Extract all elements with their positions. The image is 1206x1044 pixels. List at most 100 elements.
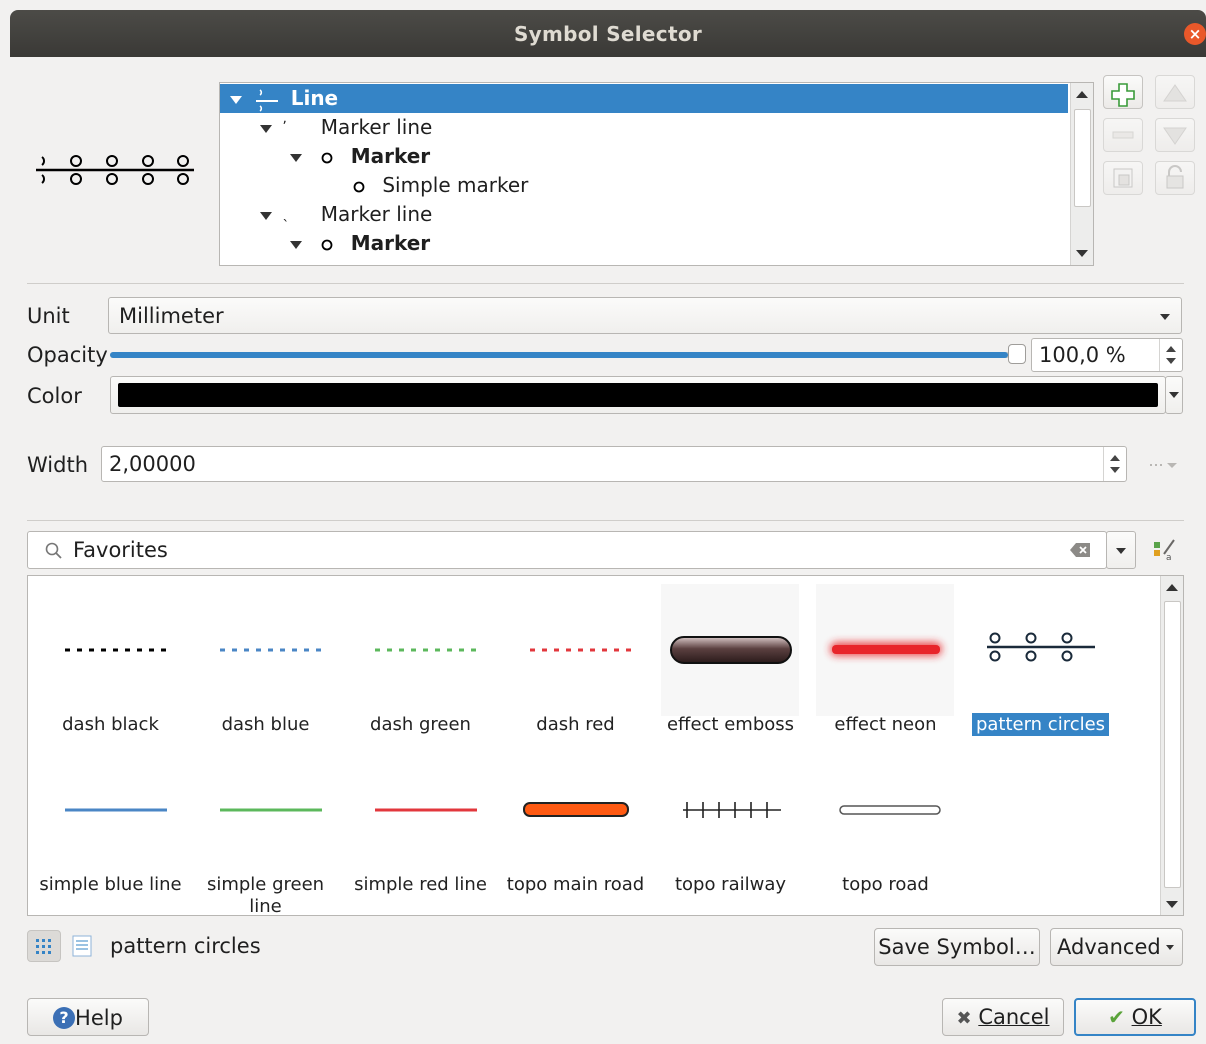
help-button[interactable]: ? Help [27, 998, 149, 1036]
opacity-spinbox[interactable]: 100,0 % [1031, 338, 1183, 372]
opacity-slider[interactable] [110, 340, 1026, 370]
style-manager-icon[interactable]: a [1152, 536, 1178, 562]
search-filter-dropdown[interactable] [1106, 531, 1136, 569]
tree-label: Line [290, 86, 339, 110]
scroll-thumb[interactable] [1164, 601, 1181, 888]
close-icon[interactable]: × [1184, 23, 1206, 45]
opacity-value: 100,0 % [1039, 343, 1126, 367]
spin-down-icon[interactable] [1110, 467, 1120, 473]
width-label: Width [27, 453, 89, 477]
tree-label: Marker line [320, 202, 433, 226]
move-down-button[interactable] [1155, 118, 1195, 152]
symbol-item-dash-black[interactable]: dash black [33, 584, 188, 744]
color-menu-button[interactable] [1165, 376, 1183, 414]
check-icon: ✔ [1108, 1005, 1125, 1029]
cancel-icon: ✖ [956, 1008, 972, 1029]
symbol-library-grid[interactable]: dash black dash blue dash green dash red eff… [27, 575, 1184, 916]
scroll-up-icon[interactable] [1166, 584, 1178, 591]
symbol-caption: simple blue line [39, 874, 182, 895]
spin-up-icon[interactable] [1166, 346, 1176, 352]
icon-view-button[interactable] [27, 930, 61, 962]
move-up-button[interactable] [1155, 75, 1195, 109]
clear-icon[interactable] [1070, 542, 1092, 558]
add-layer-button[interactable] [1103, 75, 1143, 109]
symbol-item-dash-blue[interactable]: dash blue [188, 584, 343, 744]
symbol-caption: dash red [536, 714, 615, 735]
tree-label: Marker [350, 231, 431, 255]
separator [27, 283, 1184, 284]
tree-item-marker[interactable]: Marker [220, 142, 430, 171]
scroll-up-icon[interactable] [1076, 91, 1088, 98]
data-defined-override-icon[interactable] [1148, 458, 1180, 472]
symbol-thumbnail [375, 808, 477, 812]
tree-item-simple-marker[interactable]: Simple marker [220, 171, 528, 200]
symbol-thumbnail [839, 805, 941, 815]
expand-arrow-icon[interactable] [230, 95, 242, 104]
tree-scrollbar[interactable] [1070, 83, 1093, 265]
cancel-button[interactable]: ✖ Cancel [942, 998, 1064, 1036]
marker-line-icon: ʼ [282, 119, 287, 135]
help-label: Help [75, 1006, 123, 1030]
color-button[interactable] [110, 376, 1166, 414]
opacity-slider-handle[interactable] [1008, 344, 1026, 364]
symbol-layer-tree[interactable]: Line ʼ Marker line Marker Simple marker … [219, 82, 1094, 266]
tree-item-line[interactable]: Line [220, 84, 1068, 113]
spin-buttons[interactable] [1103, 447, 1126, 481]
svg-text:a: a [1166, 553, 1172, 562]
grid-scrollbar[interactable] [1160, 576, 1183, 915]
arrow-down-icon [1163, 127, 1187, 145]
symbol-item-topo-main-road[interactable]: topo main road [498, 744, 653, 904]
circle-marker-icon [353, 181, 365, 192]
ok-button[interactable]: ✔ OK [1074, 998, 1196, 1036]
lock-layer-button[interactable] [1155, 161, 1195, 195]
lock-icon [1166, 165, 1184, 189]
spin-buttons[interactable] [1159, 339, 1182, 371]
symbol-thumbnail [375, 648, 477, 652]
expand-arrow-icon[interactable] [260, 124, 272, 133]
expand-arrow-icon[interactable] [260, 211, 272, 220]
marker-line-icon: ˎ [282, 206, 290, 222]
tree-item-marker-line[interactable]: ʼ Marker line [220, 113, 432, 142]
symbol-search-input[interactable]: Favorites [27, 531, 1107, 569]
symbol-item-simple-red-line[interactable]: simple red line [343, 744, 498, 904]
symbol-item-topo-railway[interactable]: topo railway [653, 744, 808, 904]
save-symbol-button[interactable]: Save Symbol… [874, 928, 1040, 966]
grid-view-icon [36, 939, 51, 954]
tree-label: Marker [350, 144, 431, 168]
color-swatch [118, 383, 1158, 407]
remove-layer-button[interactable] [1103, 118, 1143, 152]
duplicate-icon [1113, 168, 1133, 188]
symbol-item-simple-green-line[interactable]: simple green line [188, 744, 343, 915]
symbol-item-effect-neon[interactable]: effect neon [808, 584, 963, 744]
symbol-item-dash-green[interactable]: dash green [343, 584, 498, 744]
symbol-caption: simple green line [206, 874, 325, 916]
circle-marker-icon [321, 239, 333, 250]
scroll-down-icon[interactable] [1076, 250, 1088, 257]
cancel-label: Cancel [978, 1005, 1050, 1029]
selected-symbol-name: pattern circles [110, 934, 261, 958]
scroll-thumb[interactable] [1074, 109, 1091, 207]
circle-marker-icon [321, 152, 333, 163]
width-spinbox[interactable]: 2,00000 [101, 446, 1127, 482]
spin-down-icon[interactable] [1166, 358, 1176, 364]
tree-label: Simple marker [382, 173, 529, 197]
list-view-icon[interactable] [70, 934, 94, 958]
title-bar: Symbol Selector × [10, 10, 1206, 57]
symbol-thumbnail [220, 648, 322, 652]
symbol-item-simple-blue-line[interactable]: simple blue line [33, 744, 188, 904]
symbol-thumbnail [523, 802, 629, 817]
duplicate-layer-button[interactable] [1103, 161, 1143, 195]
advanced-button[interactable]: Advanced [1050, 928, 1183, 966]
spin-up-icon[interactable] [1110, 455, 1120, 461]
symbol-item-effect-emboss[interactable]: effect emboss [653, 584, 808, 744]
tree-item-marker[interactable]: Marker [220, 229, 430, 258]
symbol-item-topo-road[interactable]: topo road [808, 744, 963, 904]
unit-combobox[interactable]: Millimeter [108, 297, 1182, 334]
symbol-item-dash-red[interactable]: dash red [498, 584, 653, 744]
expand-arrow-icon[interactable] [290, 153, 302, 162]
expand-arrow-icon[interactable] [290, 240, 302, 249]
tree-item-marker-line[interactable]: ˎ Marker line [220, 200, 432, 229]
search-value: Favorites [73, 538, 168, 562]
symbol-item-pattern-circles[interactable]: pattern circles [963, 584, 1118, 744]
scroll-down-icon[interactable] [1166, 901, 1178, 908]
